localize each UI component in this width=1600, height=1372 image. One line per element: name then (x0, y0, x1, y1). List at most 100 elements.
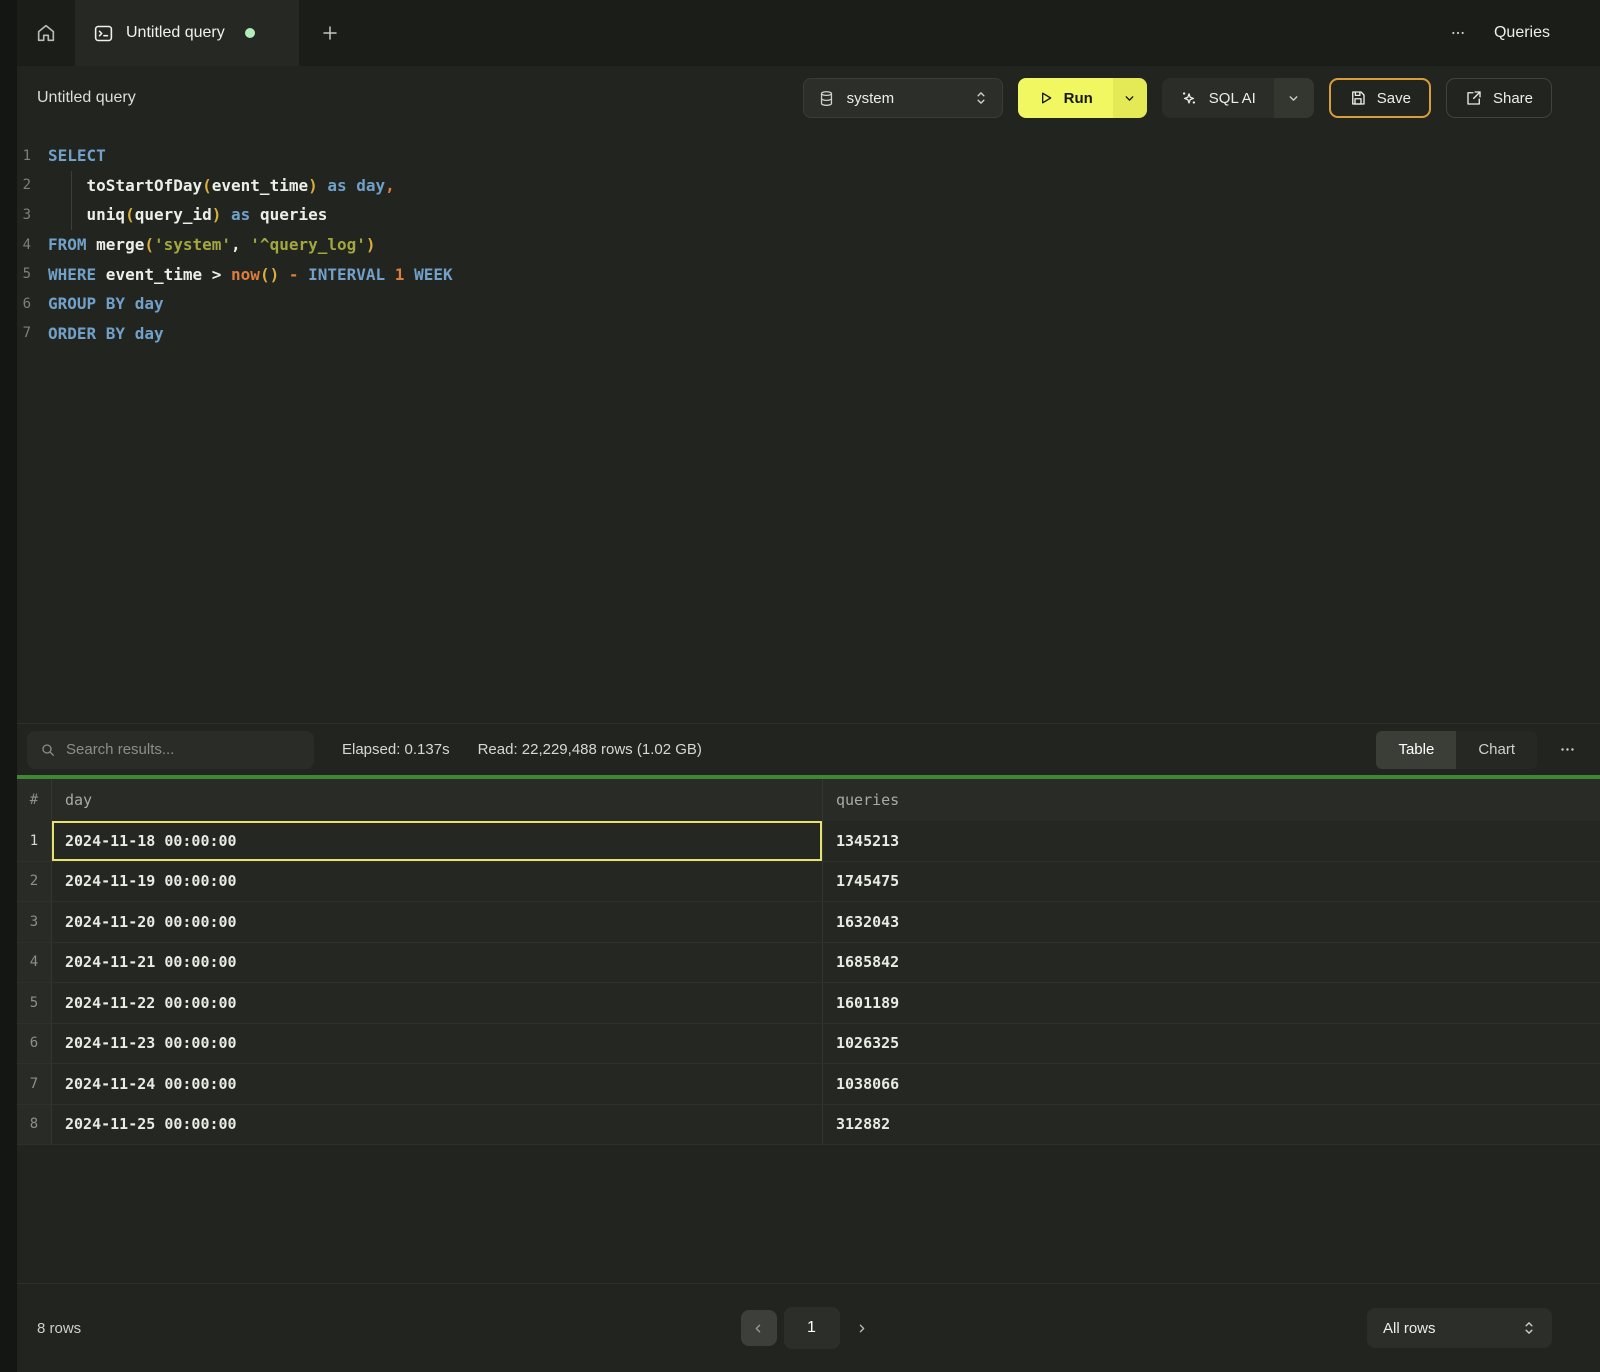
current-page-button[interactable]: 1 (784, 1307, 840, 1349)
day-cell[interactable]: 2024-11-25 00:00:00 (52, 1105, 823, 1145)
tab-untitled-query[interactable]: Untitled query (75, 0, 299, 66)
run-button[interactable]: Run (1018, 78, 1113, 118)
line-number: 6 (17, 296, 48, 312)
rows-per-page-select[interactable]: All rows (1367, 1308, 1552, 1348)
new-tab-button[interactable] (299, 0, 361, 66)
row-index-cell[interactable]: 5 (17, 983, 52, 1023)
column-header-index[interactable]: # (17, 779, 52, 821)
table-row: 52024-11-22 00:00:001601189 (17, 983, 1600, 1024)
code-line[interactable]: 1SELECT (17, 141, 1600, 171)
tab-bar: Untitled query Queries (17, 0, 1600, 66)
table-row: 72024-11-24 00:00:001038066 (17, 1064, 1600, 1105)
search-results-box[interactable] (27, 731, 314, 769)
row-index-cell[interactable]: 4 (17, 943, 52, 983)
sql-ai-options-button[interactable] (1274, 78, 1314, 118)
table-header-row: # day queries (17, 779, 1600, 821)
column-header-queries[interactable]: queries (823, 779, 1600, 821)
save-button[interactable]: Save (1329, 78, 1431, 118)
code-text: SELECT (48, 146, 106, 165)
day-cell[interactable]: 2024-11-23 00:00:00 (52, 1024, 823, 1064)
row-index-cell[interactable]: 3 (17, 902, 52, 942)
table-row: 22024-11-19 00:00:001745475 (17, 862, 1600, 903)
day-cell[interactable]: 2024-11-19 00:00:00 (52, 862, 823, 902)
queries-link[interactable]: Queries (1494, 24, 1550, 42)
search-icon (40, 742, 56, 758)
day-cell[interactable]: 2024-11-21 00:00:00 (52, 943, 823, 983)
day-cell[interactable]: 2024-11-24 00:00:00 (52, 1064, 823, 1104)
line-number: 4 (17, 237, 48, 253)
sql-editor[interactable]: 1SELECT2 toStartOfDay(event_time) as day… (17, 130, 1600, 723)
queries-cell[interactable]: 312882 (823, 1105, 1600, 1145)
sql-ai-button[interactable]: SQL AI (1162, 78, 1274, 118)
table-row: 42024-11-21 00:00:001685842 (17, 943, 1600, 984)
table-row: 12024-11-18 00:00:001345213 (17, 821, 1600, 862)
code-line[interactable]: 2 toStartOfDay(event_time) as day, (17, 171, 1600, 201)
home-icon (35, 22, 57, 44)
view-toggle: Table Chart (1376, 731, 1537, 769)
code-text: uniq(query_id) as queries (48, 205, 327, 224)
row-index-cell[interactable]: 8 (17, 1105, 52, 1145)
day-cell[interactable]: 2024-11-22 00:00:00 (52, 983, 823, 1023)
left-edge-strip (0, 0, 17, 1372)
sql-ai-label: SQL AI (1209, 90, 1256, 107)
next-page-button[interactable] (847, 1310, 877, 1346)
code-line[interactable]: 5WHERE event_time > now() - INTERVAL 1 W… (17, 259, 1600, 289)
column-header-day[interactable]: day (52, 779, 823, 821)
row-index-cell[interactable]: 2 (17, 862, 52, 902)
query-toolbar: Untitled query system Run (17, 66, 1600, 130)
code-lines: 1SELECT2 toStartOfDay(event_time) as day… (17, 141, 1600, 348)
day-cell[interactable]: 2024-11-20 00:00:00 (52, 902, 823, 942)
save-icon (1349, 89, 1367, 107)
queries-cell[interactable]: 1038066 (823, 1064, 1600, 1104)
results-more-icon[interactable] (1555, 737, 1580, 762)
play-icon (1038, 90, 1054, 106)
results-footer: 8 rows 1 All rows (17, 1283, 1600, 1372)
day-cell[interactable]: 2024-11-18 00:00:00 (52, 821, 823, 861)
run-label: Run (1064, 90, 1093, 107)
home-tab[interactable] (17, 0, 75, 66)
queries-cell[interactable]: 1601189 (823, 983, 1600, 1023)
chevron-down-icon (1123, 92, 1136, 105)
queries-cell[interactable]: 1026325 (823, 1024, 1600, 1064)
row-count-label: 8 rows (37, 1320, 81, 1337)
page-title: Untitled query (37, 89, 136, 107)
line-number: 3 (17, 207, 48, 223)
updown-chevron-icon (1522, 1320, 1536, 1336)
run-button-group: Run (1018, 78, 1147, 118)
row-index-cell[interactable]: 7 (17, 1064, 52, 1104)
previous-page-button[interactable] (741, 1310, 777, 1346)
code-line[interactable]: 4FROM merge('system', '^query_log') (17, 230, 1600, 260)
indent-guide (71, 200, 72, 230)
table-row: 32024-11-20 00:00:001632043 (17, 902, 1600, 943)
row-index-cell[interactable]: 1 (17, 821, 52, 861)
database-select[interactable]: system (803, 78, 1003, 118)
view-tab-chart[interactable]: Chart (1456, 731, 1537, 769)
line-number: 5 (17, 266, 48, 282)
results-table: # day queries 12024-11-18 00:00:00134521… (17, 779, 1600, 1145)
queries-cell[interactable]: 1745475 (823, 862, 1600, 902)
read-stat: Read: 22,229,488 rows (1.02 GB) (478, 741, 702, 758)
code-line[interactable]: 7ORDER BY day (17, 319, 1600, 349)
queries-cell[interactable]: 1685842 (823, 943, 1600, 983)
line-number: 2 (17, 177, 48, 193)
database-selected-value: system (847, 90, 962, 107)
pagination: 1 (741, 1307, 877, 1349)
view-tab-table[interactable]: Table (1376, 731, 1456, 769)
line-number: 7 (17, 325, 48, 341)
code-line[interactable]: 6GROUP BY day (17, 289, 1600, 319)
plus-icon (321, 24, 339, 42)
database-icon (818, 90, 835, 107)
row-index-cell[interactable]: 6 (17, 1024, 52, 1064)
queries-cell[interactable]: 1632043 (823, 902, 1600, 942)
chevron-down-icon (1287, 92, 1300, 105)
table-row: 62024-11-23 00:00:001026325 (17, 1024, 1600, 1065)
sql-ai-button-group: SQL AI (1162, 78, 1314, 118)
table-row: 82024-11-25 00:00:00312882 (17, 1105, 1600, 1146)
queries-cell[interactable]: 1345213 (823, 821, 1600, 861)
table-body: 12024-11-18 00:00:00134521322024-11-19 0… (17, 821, 1600, 1145)
more-options-icon[interactable] (1446, 21, 1470, 45)
run-options-button[interactable] (1113, 78, 1147, 118)
share-button[interactable]: Share (1446, 78, 1552, 118)
search-results-input[interactable] (66, 741, 301, 758)
code-line[interactable]: 3 uniq(query_id) as queries (17, 200, 1600, 230)
